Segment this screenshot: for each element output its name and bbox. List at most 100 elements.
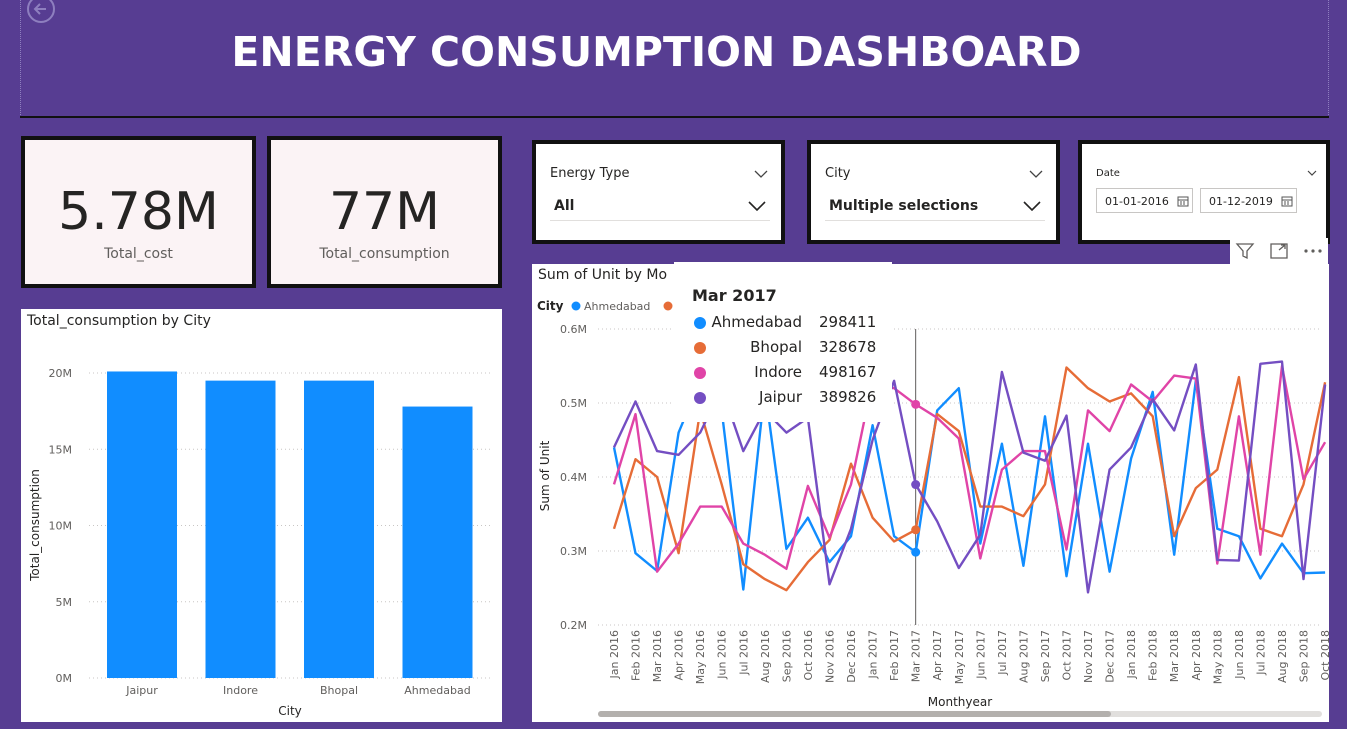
chevron-down-icon[interactable] xyxy=(754,170,768,178)
tooltip-row: Ahmedabad 298411 xyxy=(674,311,892,333)
x-tick-label: Jul 2018 xyxy=(1254,630,1267,676)
legend-dot xyxy=(694,342,706,354)
tooltip-row: Jaipur 389826 xyxy=(674,386,892,408)
kpi-card-total-cost[interactable]: 5.78M Total_cost xyxy=(21,136,256,288)
bar-chart-panel[interactable]: Total_consumption by City 0M 5M 10M 15M 20M J… xyxy=(21,309,502,722)
y-tick-label: 0.4M xyxy=(560,471,587,484)
kpi-label: Total_consumption xyxy=(319,246,450,262)
x-tick-label: Oct 2018 xyxy=(1319,630,1329,681)
x-tick-label: Jul 2017 xyxy=(996,630,1009,676)
y-tick-label: 10M xyxy=(49,520,73,533)
x-tick-label: Ahmedabad xyxy=(404,684,470,697)
tooltip-series-value: 328678 xyxy=(819,338,877,356)
line-chart-panel[interactable]: Sum of Unit by Mo 0.2M 0.3M 0.4M 0.5M 0.6M Ja… xyxy=(532,264,1329,722)
x-tick-label: Jun 2018 xyxy=(1233,630,1246,680)
bar xyxy=(107,371,177,678)
x-tick-label: Sep 2018 xyxy=(1298,630,1311,682)
header-divider xyxy=(20,116,1329,118)
kpi-value: 77M xyxy=(328,182,441,242)
scrollbar-thumb[interactable] xyxy=(598,711,1111,717)
date-start-input[interactable]: 01-01-2016 xyxy=(1096,188,1193,213)
y-tick-label: 0M xyxy=(56,672,73,685)
tooltip: Mar 2017 Ahmedabad 298411 Bhopal 328678 … xyxy=(674,262,892,422)
filter-icon[interactable] xyxy=(1234,241,1256,261)
x-tick-label: Oct 2016 xyxy=(802,630,815,681)
hover-point xyxy=(911,525,921,535)
chevron-down-icon[interactable] xyxy=(1029,170,1043,178)
tooltip-series-value: 389826 xyxy=(819,388,877,406)
slicer-title: Date xyxy=(1096,168,1120,179)
legend-label: Ahmedabad xyxy=(584,300,650,313)
x-tick-label: Sep 2017 xyxy=(1039,630,1052,682)
tooltip-title: Mar 2017 xyxy=(692,286,777,305)
x-tick-label: May 2017 xyxy=(953,630,966,684)
tooltip-series-name: Ahmedabad xyxy=(711,313,802,331)
x-tick-label: Jan 2016 xyxy=(608,630,621,679)
tooltip-series-name: Jaipur xyxy=(759,388,802,406)
x-tick-label: Jul 2016 xyxy=(737,630,750,676)
x-tick-label: Feb 2016 xyxy=(630,630,643,681)
legend-dot xyxy=(663,301,673,311)
y-tick-label: 0.3M xyxy=(560,545,587,558)
calendar-icon[interactable] xyxy=(1177,195,1189,207)
x-tick-label: Dec 2017 xyxy=(1104,630,1117,683)
x-tick-label: Jan 2018 xyxy=(1125,630,1138,679)
slicer-dropdown[interactable]: Multiple selections xyxy=(825,191,1045,221)
x-tick-label: Nov 2016 xyxy=(823,630,836,683)
x-axis-title: City xyxy=(278,704,302,718)
x-tick-label: Apr 2017 xyxy=(931,630,944,681)
tooltip-series-value: 498167 xyxy=(819,363,877,381)
x-tick-label: Feb 2017 xyxy=(888,630,901,681)
x-tick-label: Bhopal xyxy=(320,684,358,697)
legend-dot xyxy=(694,317,706,329)
y-axis-title: Sum of Unit xyxy=(538,440,552,511)
more-options-icon[interactable] xyxy=(1302,241,1324,261)
tooltip-series-name: Bhopal xyxy=(750,338,802,356)
y-tick-label: 20M xyxy=(49,367,73,380)
y-axis-title: Total_consumption xyxy=(28,469,42,582)
hover-point xyxy=(911,399,921,409)
bar xyxy=(402,406,473,678)
x-tick-label: Oct 2017 xyxy=(1061,630,1074,681)
x-tick-label: May 2018 xyxy=(1211,630,1224,684)
slicer-selected-value: All xyxy=(554,198,575,214)
slicer-date[interactable]: Date 01-01-2016 01-12-2019 xyxy=(1078,140,1330,244)
bar xyxy=(304,380,374,678)
chevron-down-icon[interactable] xyxy=(1307,170,1317,176)
y-tick-label: 5M xyxy=(56,596,73,609)
x-tick-label: Jun 2017 xyxy=(974,630,987,680)
chevron-down-icon[interactable] xyxy=(748,201,766,211)
x-tick-label: Jaipur xyxy=(125,684,158,697)
slicer-energy-type[interactable]: Energy Type All xyxy=(532,140,785,244)
kpi-card-total-consumption[interactable]: 77M Total_consumption xyxy=(267,136,502,288)
slicer-dropdown[interactable]: All xyxy=(550,191,770,221)
dashboard-title: ENERGY CONSUMPTION DASHBOARD xyxy=(231,28,1082,76)
date-start-value: 01-01-2016 xyxy=(1105,195,1169,208)
tooltip-row: Indore 498167 xyxy=(674,361,892,383)
tooltip-series-value: 298411 xyxy=(819,313,877,331)
focus-mode-icon[interactable] xyxy=(1268,241,1290,261)
date-end-value: 01-12-2019 xyxy=(1209,195,1273,208)
x-tick-label: Sep 2016 xyxy=(780,630,793,682)
line-chart: 0.2M 0.3M 0.4M 0.5M 0.6M Jan 2016 Feb 2016 Mar … xyxy=(537,299,1329,717)
y-tick-label: 15M xyxy=(49,443,73,456)
x-tick-label: May 2016 xyxy=(694,630,707,684)
x-tick-label: Indore xyxy=(223,684,258,697)
kpi-value: 5.78M xyxy=(58,182,219,242)
x-tick-label: Mar 2016 xyxy=(651,630,664,682)
calendar-icon[interactable] xyxy=(1281,195,1293,207)
y-tick-label: 0.6M xyxy=(560,323,587,336)
date-end-input[interactable]: 01-12-2019 xyxy=(1200,188,1297,213)
legend-title: City xyxy=(537,299,564,313)
x-tick-label: Jan 2017 xyxy=(867,630,880,679)
legend-dot xyxy=(694,392,706,404)
x-tick-label: Nov 2017 xyxy=(1082,630,1095,683)
chevron-down-icon[interactable] xyxy=(1023,201,1041,211)
kpi-label: Total_cost xyxy=(104,246,173,262)
slicer-title: Energy Type xyxy=(550,166,630,181)
hover-point xyxy=(911,480,921,490)
x-tick-label: Aug 2016 xyxy=(759,630,772,683)
x-axis-title: Monthyear xyxy=(928,695,992,709)
slicer-city[interactable]: City Multiple selections xyxy=(807,140,1060,244)
back-arrow-icon[interactable] xyxy=(26,0,56,24)
